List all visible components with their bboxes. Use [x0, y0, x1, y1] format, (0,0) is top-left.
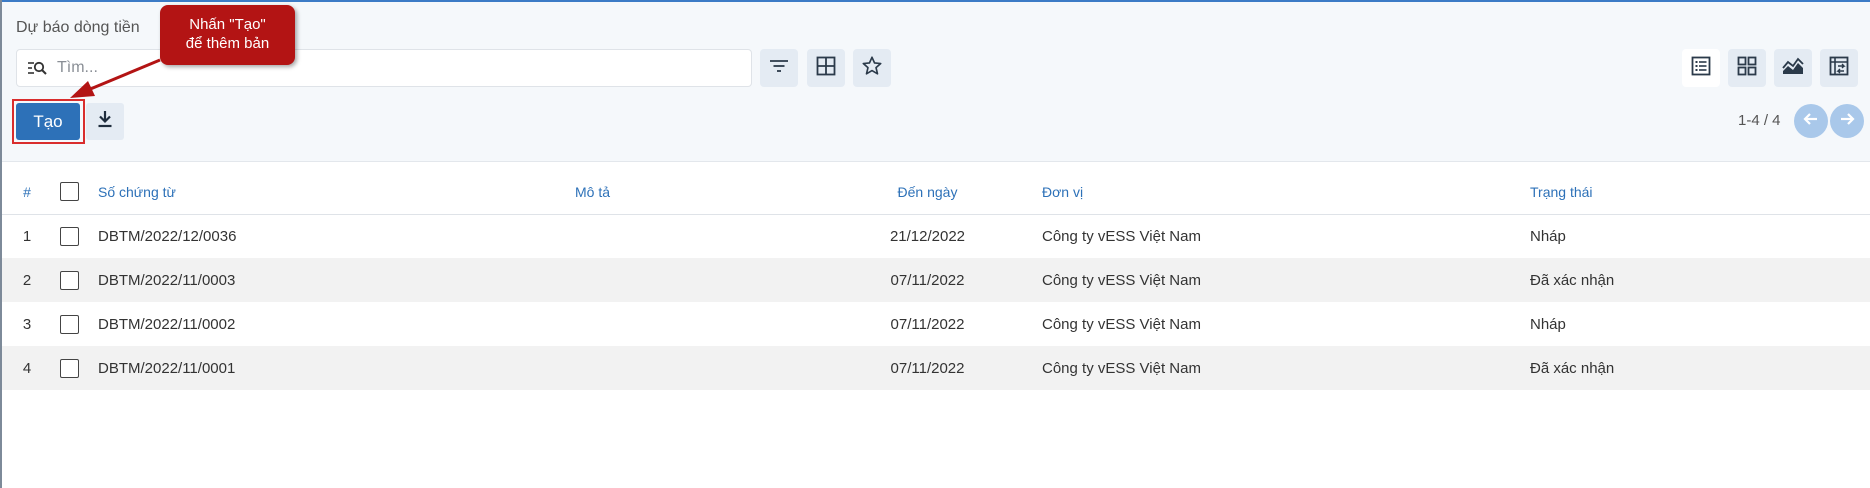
- list-view-icon: [1691, 56, 1711, 81]
- cell-status: Đã xác nhận: [1530, 271, 1615, 289]
- search-box[interactable]: [16, 49, 752, 87]
- graph-view-button[interactable]: [1774, 49, 1812, 87]
- header-description[interactable]: Mô tả: [575, 170, 825, 215]
- cell-to-date: 07/11/2022: [890, 359, 965, 377]
- list-table: # Số chứng từ Mô tả Đến ngày Đơn vị Trạn…: [2, 170, 1870, 390]
- row-number: 3: [22, 315, 32, 333]
- arrow-right-icon: [1839, 112, 1855, 131]
- star-icon: [861, 55, 883, 82]
- cell-description: [575, 302, 825, 346]
- cell-description: [575, 214, 825, 258]
- header-document-number[interactable]: Số chứng từ: [98, 170, 575, 215]
- cell-to-date: 07/11/2022: [890, 271, 965, 289]
- pager-previous-button[interactable]: [1794, 104, 1828, 138]
- cell-document-number: DBTM/2022/11/0001: [98, 359, 236, 377]
- cell-document-number: DBTM/2022/11/0003: [98, 271, 236, 289]
- tooltip-line-1: Nhấn "Tạo": [189, 16, 266, 33]
- annotation-tooltip: Nhấn "Tạo" để thêm bản: [160, 5, 295, 65]
- pager-value[interactable]: 1-4 / 4: [1738, 112, 1781, 129]
- cell-status: Đã xác nhận: [1530, 359, 1615, 377]
- row-select: [46, 302, 98, 346]
- breadcrumb: Dự báo dòng tiền: [16, 19, 140, 36]
- cell-to-date: 21/12/2022: [889, 227, 966, 245]
- graph-view-icon: [1782, 56, 1804, 81]
- kanban-view-button[interactable]: [1728, 49, 1766, 87]
- header-number: #: [2, 170, 46, 215]
- select-all-checkbox[interactable]: [60, 182, 79, 202]
- tooltip-line-2: để thêm bản: [185, 35, 270, 52]
- row-checkbox[interactable]: [60, 358, 79, 378]
- grid-icon: [816, 56, 836, 81]
- header-unit[interactable]: Đơn vị: [1030, 170, 1520, 215]
- kanban-view-icon: [1737, 56, 1757, 81]
- table-header-row: # Số chứng từ Mô tả Đến ngày Đơn vị Trạn…: [2, 170, 1870, 215]
- cell-document-number: DBTM/2022/12/0036: [98, 227, 237, 245]
- cell-unit: Công ty vESS Việt Nam: [1042, 271, 1201, 289]
- row-number: 1: [22, 227, 32, 245]
- table-row[interactable]: 1 DBTM/2022/12/0036 21/12/2022 Công ty v…: [2, 214, 1870, 258]
- cell-status: Nháp: [1530, 315, 1566, 333]
- filter-icon: [769, 58, 789, 79]
- header-to-date[interactable]: Đến ngày: [825, 170, 1030, 215]
- download-icon: [97, 110, 113, 133]
- cell-status: Nháp: [1530, 227, 1566, 245]
- cell-to-date: 07/11/2022: [890, 315, 965, 333]
- cell-unit: Công ty vESS Việt Nam: [1042, 227, 1201, 245]
- table-row[interactable]: 4 DBTM/2022/11/0001 07/11/2022 Công ty v…: [2, 346, 1870, 390]
- cell-description: [575, 346, 825, 390]
- row-checkbox[interactable]: [60, 226, 79, 246]
- cell-unit: Công ty vESS Việt Nam: [1042, 315, 1201, 333]
- download-button[interactable]: [86, 103, 124, 140]
- pivot-view-button[interactable]: [1820, 49, 1858, 87]
- table-row[interactable]: 2 DBTM/2022/11/0003 07/11/2022 Công ty v…: [2, 258, 1870, 302]
- groupby-button[interactable]: [807, 49, 845, 87]
- row-checkbox[interactable]: [60, 270, 79, 290]
- search-icon: [25, 56, 49, 80]
- cell-unit: Công ty vESS Việt Nam: [1042, 359, 1201, 377]
- row-select: [46, 214, 98, 258]
- row-checkbox[interactable]: [60, 314, 79, 334]
- header-status[interactable]: Trạng thái: [1520, 170, 1870, 215]
- pivot-view-icon: [1829, 56, 1849, 81]
- search-input[interactable]: [57, 59, 707, 77]
- row-select: [46, 258, 98, 302]
- filter-button[interactable]: [760, 49, 798, 87]
- table-row[interactable]: 3 DBTM/2022/11/0002 07/11/2022 Công ty v…: [2, 302, 1870, 346]
- create-button[interactable]: Tạo: [16, 103, 80, 140]
- favorite-button[interactable]: [853, 49, 891, 87]
- cell-document-number: DBTM/2022/11/0002: [98, 315, 236, 333]
- row-select: [46, 346, 98, 390]
- row-number: 2: [22, 271, 32, 289]
- cell-description: [575, 258, 825, 302]
- arrow-left-icon: [1803, 112, 1819, 131]
- header-select-all: [46, 170, 98, 215]
- pager-next-button[interactable]: [1830, 104, 1864, 138]
- list-view-button[interactable]: [1682, 49, 1720, 87]
- row-number: 4: [22, 359, 32, 377]
